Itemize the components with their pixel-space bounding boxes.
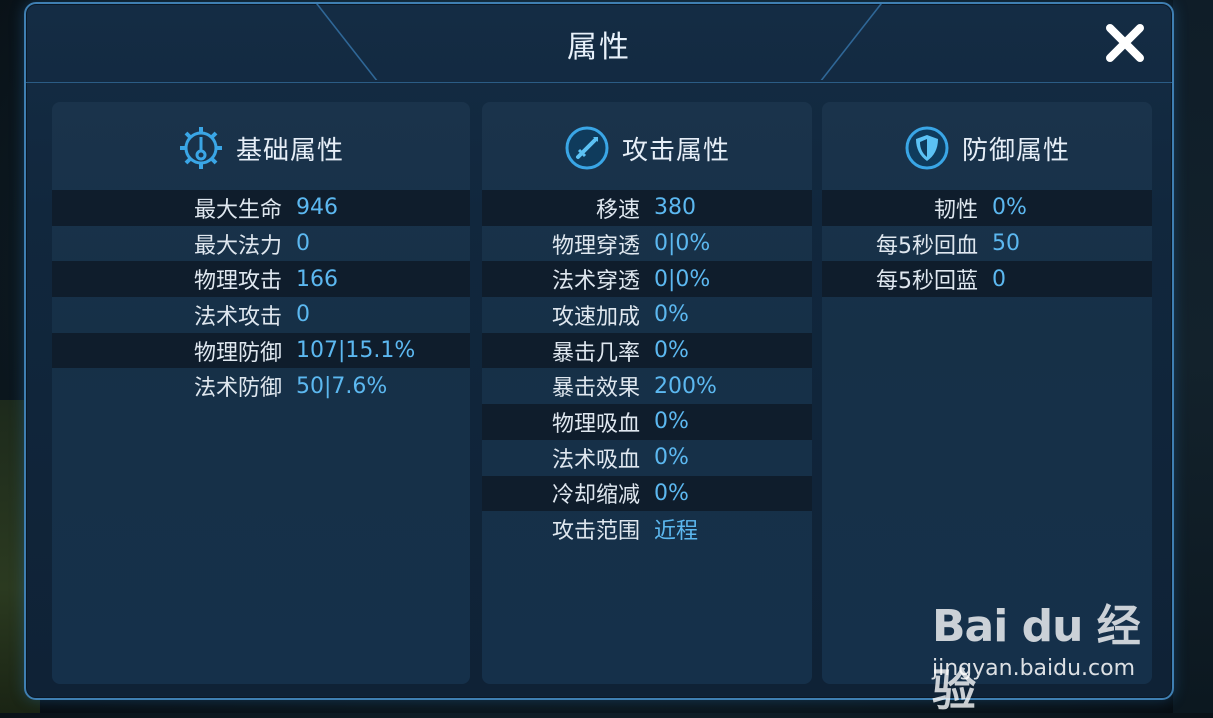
attribute-row: 最大生命 946 (52, 190, 470, 226)
panel-title: 攻击属性 (621, 135, 730, 166)
attribute-row: 法术攻击 0 (52, 297, 470, 333)
panel-title: 基础属性 (235, 135, 344, 166)
watermark-url: jingyan.baidu.com (932, 656, 1136, 681)
attribute-row: 法术防御 50|7.6% (52, 368, 470, 404)
attribute-label: 每5秒回血 (876, 233, 978, 259)
attribute-value: 380 (654, 195, 696, 221)
attribute-value: 166 (296, 266, 338, 292)
attribute-label: 攻击范围 (551, 519, 640, 545)
background-scene-right (1173, 0, 1213, 713)
sword-icon (565, 126, 609, 170)
panel-header: 防御属性 (822, 124, 1152, 172)
attribute-value: 0% (654, 480, 689, 506)
panel-attack-attributes: 攻击属性 移速 380 物理穿透 0|0% 法术穿透 0|0% 攻速加成 0% 暴击几率… (482, 102, 812, 684)
attribute-label: 暴击效果 (551, 376, 640, 402)
attribute-label: 物理吸血 (551, 411, 640, 437)
attribute-row: 暴击效果 200% (482, 368, 812, 404)
attribute-label: 韧性 (933, 197, 978, 223)
attribute-label: 最大生命 (193, 197, 282, 223)
attribute-value: 0% (992, 195, 1027, 221)
attribute-label: 最大法力 (193, 233, 282, 259)
gear-crosshair-icon (179, 127, 222, 169)
panel-header: 攻击属性 (482, 124, 812, 172)
attribute-row: 冷却缩减 0% (482, 475, 812, 512)
attribute-row: 最大法力 0 (52, 226, 470, 262)
attribute-label: 法术防御 (193, 376, 282, 402)
attribute-row: 暴击几率 0% (482, 332, 812, 369)
attribute-label: 移速 (595, 197, 640, 223)
shield-icon (905, 126, 949, 170)
attribute-value: 0% (654, 445, 689, 471)
close-icon (1106, 24, 1144, 62)
attribute-row: 韧性 0% (822, 190, 1152, 226)
dialog-title: 属性 (567, 30, 631, 65)
baidu-jingyan-watermark: Bai du 经验 jingyan.baidu.com (932, 582, 1152, 716)
attribute-label: 法术吸血 (551, 447, 640, 473)
attribute-label: 法术攻击 (193, 304, 282, 330)
attribute-value: 946 (296, 195, 338, 221)
attribute-list: 移速 380 物理穿透 0|0% 法术穿透 0|0% 攻速加成 0% 暴击几率 0% 暴击… (482, 190, 812, 547)
attribute-row: 每5秒回蓝 0 (822, 261, 1152, 298)
attribute-value: 50|7.6% (296, 373, 388, 399)
attribute-list: 韧性 0% 每5秒回血 50 每5秒回蓝 0 (822, 190, 1152, 298)
attribute-row: 法术吸血 0% (482, 440, 812, 476)
attribute-value: 200% (654, 373, 717, 399)
dialog-header: 属性 (26, 4, 1172, 83)
attribute-row: 攻速加成 0% (482, 297, 812, 333)
attribute-value: 107|15.1% (296, 338, 416, 364)
attribute-value: 0% (654, 338, 689, 364)
attribute-label: 物理穿透 (551, 233, 640, 259)
attribute-row: 攻击范围 近程 (482, 511, 812, 547)
attribute-row: 物理攻击 166 (52, 261, 470, 298)
attribute-value: 0 (296, 302, 310, 328)
attribute-label: 暴击几率 (551, 340, 640, 366)
attribute-value: 0 (296, 231, 310, 257)
attribute-row: 法术穿透 0|0% (482, 261, 812, 298)
close-button[interactable] (1102, 20, 1148, 66)
attribute-value: 50 (992, 231, 1020, 257)
attribute-value: 0 (992, 266, 1006, 292)
attribute-label: 冷却缩减 (551, 483, 640, 509)
attribute-label: 物理防御 (193, 340, 282, 366)
attribute-value: 0|0% (654, 266, 711, 292)
watermark-logo: Bai du 经验 (932, 601, 1141, 716)
attribute-label: 物理攻击 (193, 269, 282, 295)
attribute-value: 0% (654, 302, 689, 328)
attribute-value: 0% (654, 409, 689, 435)
panel-header: 基础属性 (52, 124, 470, 172)
attribute-label: 每5秒回蓝 (876, 269, 978, 295)
attribute-row: 每5秒回血 50 (822, 226, 1152, 262)
panel-basic-attributes: 基础属性 最大生命 946 最大法力 0 物理攻击 166 法术攻击 0 物理防御 107… (52, 102, 470, 684)
attribute-value: 近程 (654, 519, 699, 545)
attribute-row: 物理防御 107|15.1% (52, 332, 470, 369)
attribute-row: 物理吸血 0% (482, 404, 812, 440)
attribute-row: 物理穿透 0|0% (482, 226, 812, 262)
attribute-value: 0|0% (654, 231, 711, 257)
attribute-list: 最大生命 946 最大法力 0 物理攻击 166 法术攻击 0 物理防御 107|15.1… (52, 190, 470, 404)
attribute-label: 攻速加成 (551, 304, 640, 330)
panel-title: 防御属性 (961, 135, 1070, 166)
attribute-label: 法术穿透 (551, 269, 640, 295)
attribute-row: 移速 380 (482, 190, 812, 226)
